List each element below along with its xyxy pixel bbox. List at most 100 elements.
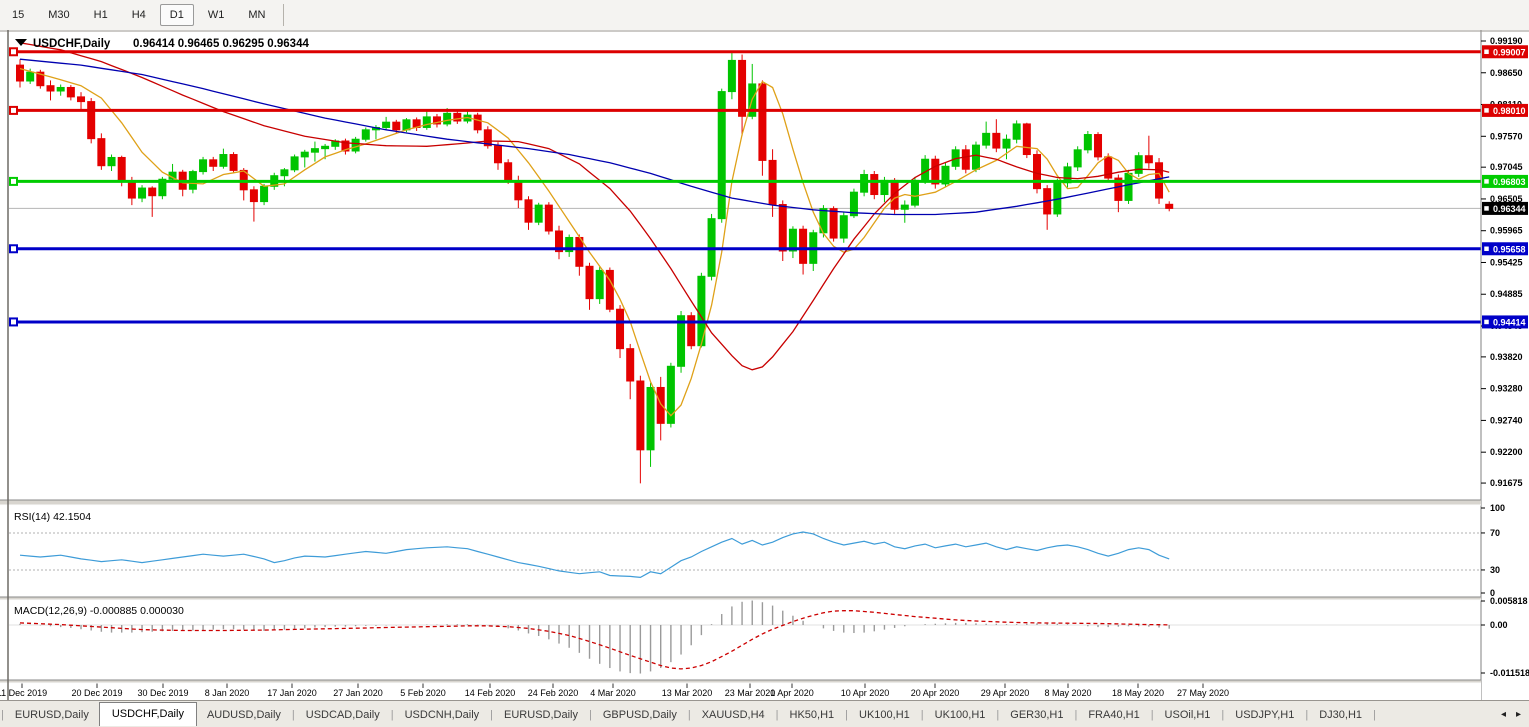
candle	[911, 180, 918, 205]
tab-USOil-H1[interactable]: USOil,H1	[1155, 705, 1221, 725]
tab-scroll-left-icon[interactable]: ◂	[1501, 709, 1506, 720]
candle	[759, 84, 766, 160]
date-tick-label: 8 May 2020	[1044, 688, 1091, 698]
price-tick-label: 0.93820	[1490, 352, 1523, 362]
tab-UK100-H1[interactable]: UK100,H1	[925, 705, 996, 725]
candle	[149, 188, 156, 196]
candle	[139, 188, 146, 198]
candle	[871, 175, 878, 195]
candle	[637, 381, 644, 450]
candle	[250, 190, 257, 202]
tab-GBPUSD-Daily[interactable]: GBPUSD,Daily	[593, 705, 687, 725]
price-badge-handle[interactable]	[1484, 205, 1490, 211]
hline-handle[interactable]	[10, 107, 17, 114]
tab-AUDUSD-Daily[interactable]: AUDUSD,Daily	[197, 705, 291, 725]
candle	[647, 387, 654, 449]
price-badge-label: 0.96803	[1493, 177, 1526, 187]
chart-symbol-title: USDCHF,Daily	[33, 38, 111, 50]
tab-UK100-H1[interactable]: UK100,H1	[849, 705, 920, 725]
candle	[596, 270, 603, 298]
tab-EURUSD-Daily[interactable]: EURUSD,Daily	[5, 705, 99, 725]
tab-USDJPY-H1[interactable]: USDJPY,H1	[1225, 705, 1304, 725]
candle	[78, 97, 85, 102]
toolbar-separator	[283, 4, 284, 26]
tab-XAUUSD-H4[interactable]: XAUUSD,H4	[692, 705, 775, 725]
price-badge-label: 0.99007	[1493, 47, 1526, 57]
tab-USDCHF-Daily[interactable]: USDCHF,Daily	[99, 702, 197, 726]
date-tick-label: 5 Feb 2020	[400, 688, 446, 698]
candle	[281, 170, 288, 176]
date-tick-label: 20 Apr 2020	[911, 688, 960, 698]
tab-USDCNH-Daily[interactable]: USDCNH,Daily	[395, 705, 490, 725]
date-tick-label: 27 Jan 2020	[333, 688, 383, 698]
timeframe-button-15[interactable]: 15	[2, 4, 34, 26]
hline-handle[interactable]	[10, 48, 17, 55]
candle	[657, 387, 664, 423]
symbol-tab-bar: |EURUSD,DailyUSDCHF,DailyAUDUSD,Daily|US…	[0, 700, 1529, 727]
candle	[98, 139, 105, 166]
price-badge-label: 0.96344	[1493, 204, 1526, 214]
rsi-indicator-label: RSI(14) 42.1504	[14, 511, 91, 523]
timeframe-button-M30[interactable]: M30	[38, 4, 79, 26]
timeframe-button-H4[interactable]: H4	[122, 4, 156, 26]
timeframe-button-D1[interactable]: D1	[160, 4, 194, 26]
timeframe-button-MN[interactable]: MN	[238, 4, 275, 26]
tab-EURUSD-Daily[interactable]: EURUSD,Daily	[494, 705, 588, 725]
tab-GER30-H1[interactable]: GER30,H1	[1000, 705, 1073, 725]
macd-indicator-label: MACD(12,26,9) -0.000885 0.000030	[14, 605, 184, 617]
price-badge-handle[interactable]	[1484, 49, 1490, 55]
hline-handle[interactable]	[10, 178, 17, 185]
candle	[545, 205, 552, 231]
candle	[728, 60, 735, 91]
tab-USDCAD-Daily[interactable]: USDCAD,Daily	[296, 705, 390, 725]
candle	[322, 146, 329, 148]
candle	[993, 133, 1000, 148]
candle	[474, 115, 481, 130]
hline-handle[interactable]	[10, 245, 17, 252]
candle	[800, 229, 807, 263]
date-tick-label: 8 Jan 2020	[205, 688, 250, 698]
date-tick-label: 18 May 2020	[1112, 688, 1164, 698]
price-tick-label: 0.92200	[1490, 447, 1523, 457]
candle	[108, 157, 115, 165]
candle	[1034, 155, 1041, 189]
date-tick-label: 10 Apr 2020	[841, 688, 890, 698]
candle	[403, 120, 410, 130]
price-badge-handle[interactable]	[1484, 178, 1490, 184]
price-badge-handle[interactable]	[1484, 319, 1490, 325]
price-tick-label: 0.95965	[1490, 226, 1523, 236]
candle	[972, 145, 979, 169]
tab-FRA40-H1[interactable]: FRA40,H1	[1078, 705, 1149, 725]
price-badge-label: 0.95658	[1493, 244, 1526, 254]
candle	[891, 180, 898, 209]
panel-splitter[interactable]	[0, 500, 1481, 505]
chart-canvas[interactable]: 0.991900.986500.981100.975700.970450.965…	[0, 30, 1529, 700]
price-badge-handle[interactable]	[1484, 107, 1490, 113]
candle	[830, 209, 837, 238]
candle	[1023, 124, 1030, 155]
price-tick-label: 0.91675	[1490, 478, 1523, 488]
tab-scroll-right-icon[interactable]: ▸	[1516, 709, 1521, 720]
price-badge-handle[interactable]	[1484, 246, 1490, 252]
candle	[779, 205, 786, 251]
candle	[291, 157, 298, 170]
candle	[311, 149, 318, 153]
candle	[88, 102, 95, 139]
candle	[118, 157, 125, 181]
timeframe-button-W1[interactable]: W1	[198, 4, 235, 26]
candle	[688, 316, 695, 346]
chart-ohlc-values: 0.96414 0.96465 0.96295 0.96344	[133, 38, 309, 50]
date-tick-label: 24 Feb 2020	[528, 688, 579, 698]
rsi-tick-label: 70	[1490, 528, 1500, 538]
candle	[230, 155, 237, 171]
timeframe-button-H1[interactable]: H1	[84, 4, 118, 26]
candle	[1084, 135, 1091, 150]
tab-DJ30-H1[interactable]: DJ30,H1	[1309, 705, 1372, 725]
tab-HK50-H1[interactable]: HK50,H1	[780, 705, 845, 725]
candle	[1125, 173, 1132, 200]
hline-handle[interactable]	[10, 318, 17, 325]
candle	[525, 200, 532, 222]
price-badge-label: 0.94414	[1493, 317, 1526, 327]
candle	[301, 152, 308, 157]
candle	[1074, 150, 1081, 167]
